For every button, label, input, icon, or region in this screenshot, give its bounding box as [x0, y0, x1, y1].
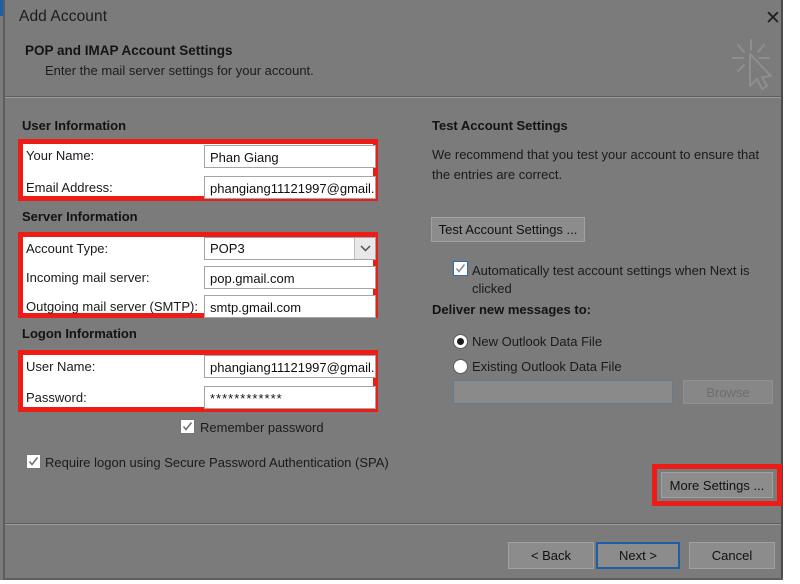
cancel-button[interactable]: Cancel [689, 542, 775, 569]
section-server-information-title: Server Information [22, 209, 138, 224]
incoming-mail-server-input[interactable]: pop.gmail.com [204, 266, 376, 289]
header-divider [5, 96, 781, 98]
email-address-label: Email Address: [26, 180, 113, 195]
checkmark-icon [181, 420, 194, 433]
remember-password-label: Remember password [200, 420, 324, 435]
account-type-value: POP3 [205, 241, 354, 256]
section-test-account-title: Test Account Settings [432, 118, 568, 133]
close-button[interactable]: ✕ [750, 2, 796, 34]
password-label: Password: [26, 390, 87, 405]
your-name-label: Your Name: [26, 148, 94, 163]
account-type-dropdown[interactable]: POP3 [204, 237, 376, 260]
your-name-input[interactable]: Phan Giang [204, 145, 376, 168]
outgoing-mail-server-label: Outgoing mail server (SMTP): [26, 299, 198, 314]
window-outer-background-right [783, 0, 800, 584]
chevron-down-icon[interactable] [354, 238, 375, 259]
require-spa-label: Require logon using Secure Password Auth… [45, 455, 389, 470]
email-address-input[interactable]: phangiang11121997@gmail.c [204, 176, 376, 199]
radio-existing-outlook-data-file-label: Existing Outlook Data File [472, 359, 622, 374]
incoming-mail-server-label: Incoming mail server: [26, 270, 150, 285]
remember-password-checkbox[interactable] [180, 419, 195, 434]
section-logon-information-title: Logon Information [22, 326, 137, 341]
password-input[interactable]: ************ [204, 386, 376, 409]
radio-new-outlook-data-file-label: New Outlook Data File [472, 334, 602, 349]
browse-button[interactable]: Browse [683, 380, 773, 404]
test-account-description: We recommend that you test your account … [432, 145, 772, 185]
account-type-label: Account Type: [26, 241, 108, 256]
require-spa-checkbox[interactable] [26, 454, 41, 469]
section-user-information-title: User Information [22, 118, 126, 133]
section-deliver-title: Deliver new messages to: [432, 302, 591, 317]
outgoing-mail-server-input[interactable]: smtp.gmail.com [204, 295, 376, 318]
footer-divider [5, 523, 781, 525]
radio-new-outlook-data-file[interactable] [453, 334, 468, 349]
dialog-header: POP and IMAP Account Settings Enter the … [5, 40, 781, 96]
outlook-data-file-path-input[interactable] [453, 380, 673, 404]
page-title: POP and IMAP Account Settings [25, 43, 233, 58]
radio-dot [457, 338, 464, 345]
user-name-input[interactable]: phangiang11121997@gmail.c [204, 355, 376, 378]
auto-test-label: Automatically test account settings when… [472, 262, 762, 298]
user-name-label: User Name: [26, 359, 95, 374]
back-button[interactable]: < Back [508, 542, 594, 569]
test-account-settings-button[interactable]: Test Account Settings ... [431, 217, 585, 242]
radio-existing-outlook-data-file[interactable] [453, 359, 468, 374]
window-outer-background-bottom [0, 580, 800, 584]
title-bar: Add Account ✕ [5, 0, 781, 40]
checkmark-icon [27, 455, 40, 468]
close-icon: ✕ [765, 9, 781, 28]
auto-test-checkbox[interactable] [453, 261, 468, 276]
page-subtitle: Enter the mail server settings for your … [45, 63, 314, 78]
more-settings-button[interactable]: More Settings ... [661, 472, 773, 498]
window-title: Add Account [19, 8, 107, 26]
next-button[interactable]: Next > [596, 542, 680, 569]
add-account-dialog: Add Account ✕ POP and IMAP Account Setti… [0, 0, 800, 584]
checkmark-icon [454, 262, 467, 275]
